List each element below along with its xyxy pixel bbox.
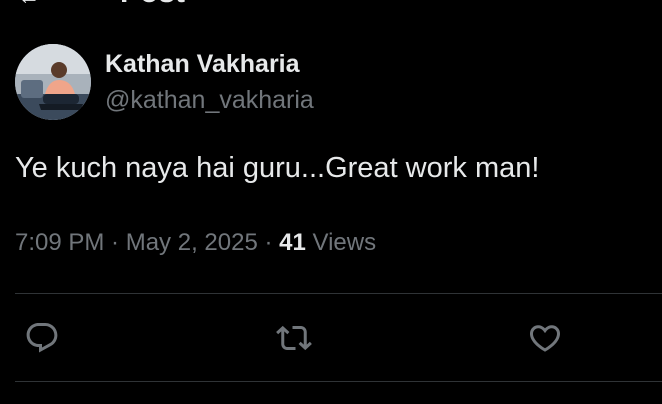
views-count[interactable]: 41	[279, 229, 306, 256]
reply-icon	[26, 323, 58, 353]
like-button[interactable]	[525, 318, 565, 358]
post-time[interactable]: 7:09 PM	[15, 229, 104, 256]
heart-icon	[529, 325, 561, 352]
author-handle[interactable]: @kathan_vakharia	[105, 85, 314, 115]
arrow-left-icon[interactable]: ←	[18, 0, 40, 8]
repost-icon	[276, 325, 312, 351]
avatar-image	[15, 44, 91, 120]
meta-separator: ·	[257, 229, 280, 256]
post-detail-page: ← Post Kathan Vakharia @kathan_vakharia …	[0, 0, 662, 404]
post-text: Ye kuch naya hai guru...Great work man!	[15, 152, 540, 184]
repost-button[interactable]	[274, 318, 314, 358]
post-meta: 7:09 PM · May 2, 2025 · 41 Views	[15, 228, 376, 258]
post-date[interactable]: May 2, 2025	[126, 229, 258, 256]
meta-separator: ·	[104, 229, 126, 256]
post-header: ← Post	[0, 0, 662, 10]
author-display-name[interactable]: Kathan Vakharia	[105, 49, 300, 79]
avatar[interactable]	[15, 44, 91, 120]
page-title: Post	[120, 0, 185, 8]
divider	[15, 293, 662, 294]
reply-button[interactable]	[22, 318, 62, 358]
divider	[15, 381, 662, 382]
views-label: Views	[305, 229, 377, 256]
